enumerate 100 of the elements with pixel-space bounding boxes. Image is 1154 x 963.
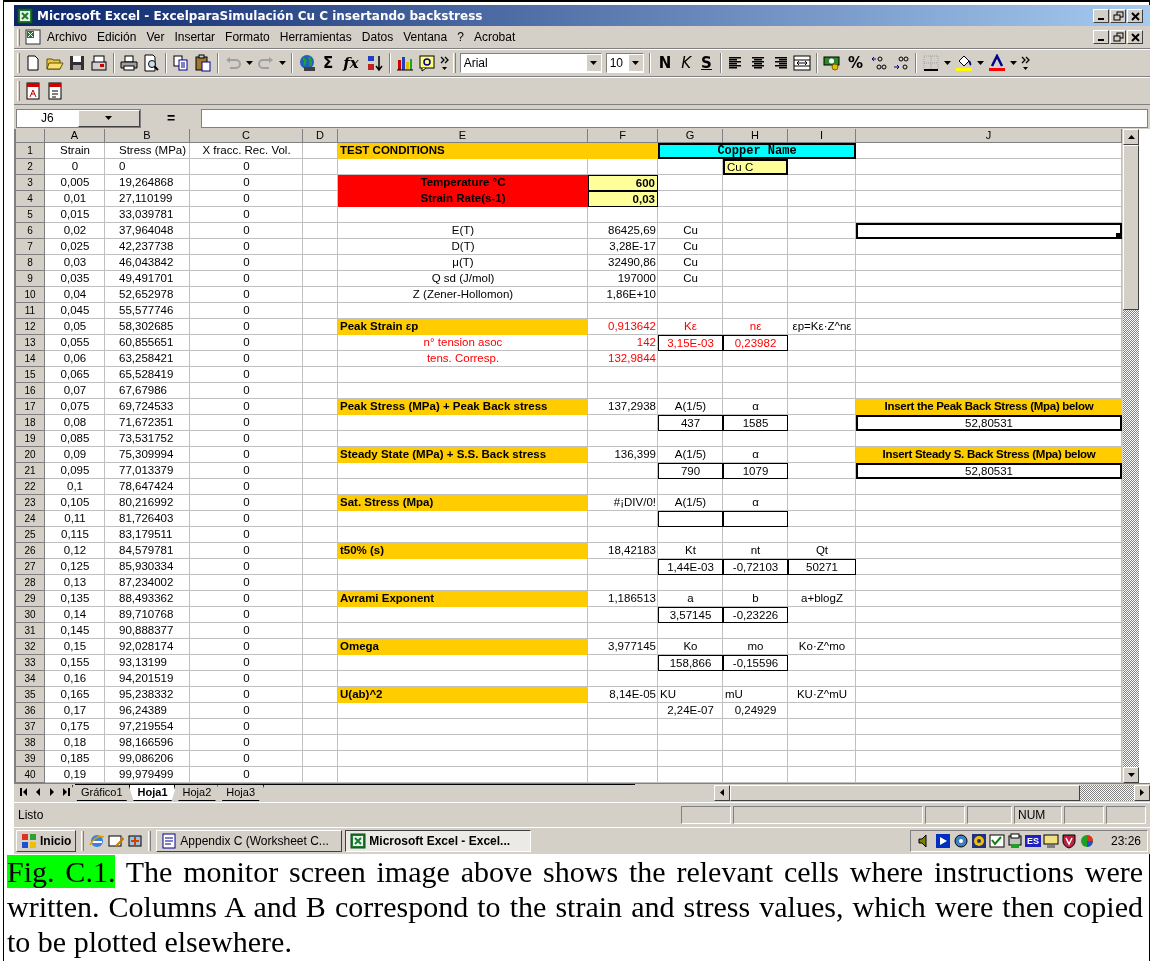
menu-item[interactable]: Ventana: [398, 28, 453, 46]
menu-item[interactable]: Acrobat: [468, 28, 521, 46]
vertical-scrollbar[interactable]: [1122, 129, 1139, 783]
horizontal-scrollbar[interactable]: [714, 784, 1150, 801]
row-number[interactable]: 29: [16, 591, 45, 607]
font-size-field[interactable]: 10: [605, 53, 644, 73]
name-box[interactable]: J6: [16, 108, 141, 128]
font-field[interactable]: Arial: [459, 53, 602, 73]
sheet-tab[interactable]: Hoja3: [217, 785, 265, 801]
menu-item[interactable]: Edición: [92, 28, 142, 46]
new-document-icon[interactable]: [24, 54, 42, 72]
chart-icon[interactable]: [395, 54, 414, 72]
globe-icon[interactable]: [298, 54, 316, 72]
row-number[interactable]: 18: [16, 415, 45, 431]
row-number[interactable]: 5: [16, 207, 45, 223]
underline-button[interactable]: S: [698, 54, 715, 72]
column-header[interactable]: A: [45, 129, 105, 143]
media-player-icon[interactable]: [934, 833, 951, 849]
paste-icon[interactable]: [194, 54, 212, 72]
row-number[interactable]: 39: [16, 751, 45, 767]
italic-button[interactable]: K: [678, 54, 695, 72]
scroll-thumb[interactable]: [730, 784, 1080, 801]
row-number[interactable]: 31: [16, 623, 45, 639]
sort-icon[interactable]: [365, 54, 384, 72]
row-number[interactable]: 12: [16, 319, 45, 335]
borders-icon[interactable]: [921, 54, 940, 72]
row-number[interactable]: 35: [16, 687, 45, 703]
row-number[interactable]: 32: [16, 639, 45, 655]
chevron-icon[interactable]: [439, 55, 449, 71]
input-cell[interactable]: 52,80531: [856, 415, 1122, 431]
input-cell[interactable]: 52,80531: [856, 463, 1122, 479]
copy-icon[interactable]: [172, 54, 190, 72]
bold-button[interactable]: N: [655, 54, 675, 72]
row-number[interactable]: 19: [16, 431, 45, 447]
row-number[interactable]: 9: [16, 271, 45, 287]
monitor-check-icon[interactable]: [988, 833, 1005, 849]
input-cell[interactable]: Cu C: [723, 159, 788, 175]
row-number[interactable]: 10: [16, 287, 45, 303]
sheet-tab[interactable]: Hoja1: [128, 785, 177, 801]
column-header[interactable]: I: [788, 129, 856, 143]
print-icon[interactable]: [120, 54, 138, 72]
row-number[interactable]: 37: [16, 719, 45, 735]
font-color-icon[interactable]: [987, 54, 1006, 72]
last-sheet-icon[interactable]: [61, 788, 70, 796]
first-sheet-icon[interactable]: [19, 788, 28, 796]
taskbar-button[interactable]: Microsoft Excel - Excel...: [345, 830, 532, 852]
column-header[interactable]: G: [658, 129, 723, 143]
help-icon[interactable]: [417, 54, 436, 72]
formula-field[interactable]: [201, 108, 1148, 128]
row-number[interactable]: 33: [16, 655, 45, 671]
column-header[interactable]: E: [338, 129, 588, 143]
row-number[interactable]: 17: [16, 399, 45, 415]
menu-item[interactable]: Datos: [356, 28, 399, 46]
column-header[interactable]: H: [723, 129, 788, 143]
network-icon[interactable]: [952, 833, 969, 849]
chevron-icon[interactable]: [1020, 55, 1030, 71]
color-wheel-icon[interactable]: [1078, 833, 1095, 849]
taskbar-button[interactable]: Appendix C (Worksheet C...: [156, 830, 343, 852]
column-header[interactable]: C: [190, 129, 303, 143]
start-button[interactable]: Inicio: [16, 830, 77, 852]
row-number[interactable]: 34: [16, 671, 45, 687]
scroll-thumb[interactable]: [1123, 145, 1139, 310]
column-header[interactable]: J: [856, 129, 1122, 143]
sum-button[interactable]: Σ: [320, 54, 337, 72]
row-number[interactable]: 11: [16, 303, 45, 319]
column-header[interactable]: F: [588, 129, 658, 143]
row-number[interactable]: 21: [16, 463, 45, 479]
browser-icon[interactable]: [89, 833, 106, 849]
row-number[interactable]: 15: [16, 367, 45, 383]
printer-network-icon[interactable]: [1006, 833, 1023, 849]
pdf-document-icon[interactable]: [46, 82, 64, 100]
input-cell[interactable]: 600: [588, 175, 658, 191]
row-number[interactable]: 23: [16, 495, 45, 511]
row-number[interactable]: 40: [16, 767, 45, 783]
menu-item[interactable]: Insertar: [169, 28, 221, 46]
select-all-button[interactable]: [16, 129, 45, 143]
row-number[interactable]: 14: [16, 351, 45, 367]
merge-center-icon[interactable]: [792, 54, 811, 72]
currency-icon[interactable]: [822, 54, 841, 72]
column-header[interactable]: B: [105, 129, 190, 143]
save-icon[interactable]: [68, 54, 86, 72]
increase-decimal-icon[interactable]: [869, 54, 888, 72]
computer-icon[interactable]: [1042, 833, 1059, 849]
row-number[interactable]: 3: [16, 175, 45, 191]
row-number[interactable]: 6: [16, 223, 45, 239]
column-header[interactable]: D: [303, 129, 338, 143]
row-number[interactable]: 26: [16, 543, 45, 559]
menu-item[interactable]: Formato: [220, 28, 275, 46]
decrease-decimal-icon[interactable]: [891, 54, 910, 72]
row-number[interactable]: 27: [16, 559, 45, 575]
row-number[interactable]: 25: [16, 527, 45, 543]
channels-icon[interactable]: [127, 833, 144, 849]
input-cell[interactable]: 0,03: [588, 191, 658, 207]
next-sheet-icon[interactable]: [47, 788, 56, 796]
target-icon[interactable]: [970, 833, 987, 849]
row-number[interactable]: 28: [16, 575, 45, 591]
menu-item[interactable]: Ver: [141, 28, 170, 46]
shield-icon[interactable]: [1060, 833, 1077, 849]
row-number[interactable]: 30: [16, 607, 45, 623]
menu-item[interactable]: Herramientas: [274, 28, 357, 46]
